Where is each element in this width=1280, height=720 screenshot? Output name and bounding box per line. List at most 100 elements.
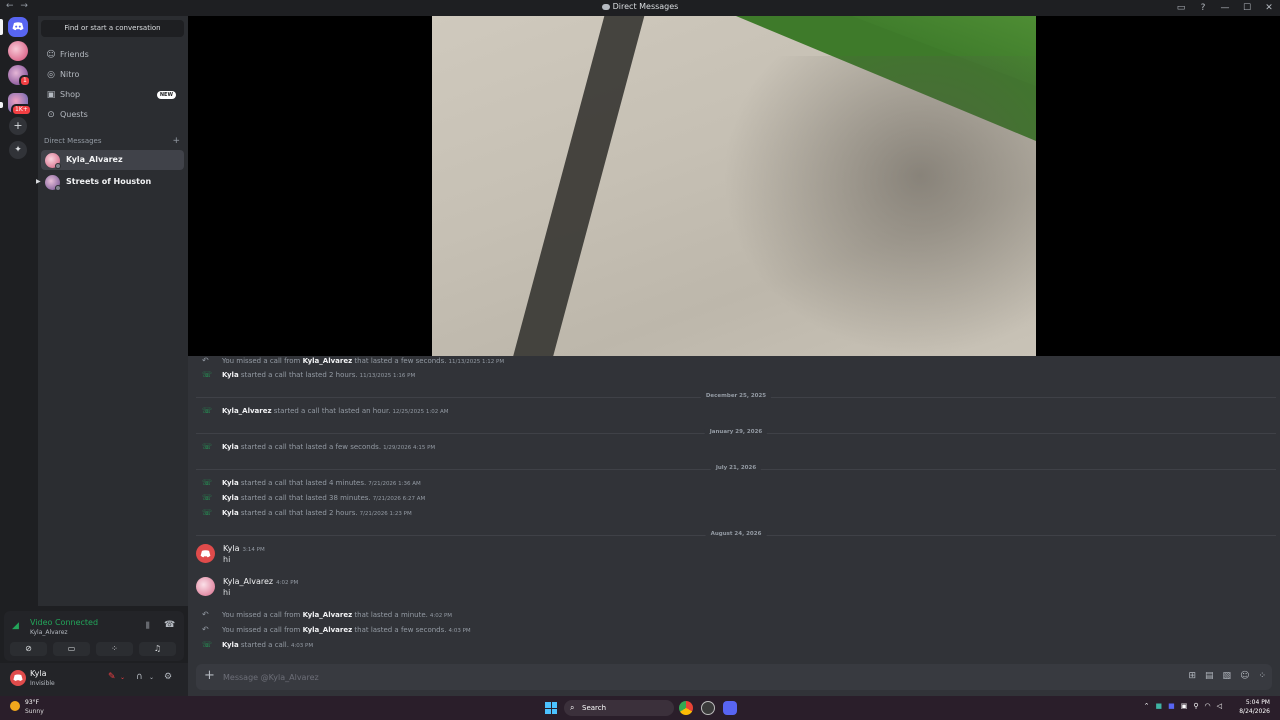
author-name[interactable]: Kyla_Alvarez: [223, 577, 273, 586]
noise-suppression-icon[interactable]: ⫼: [146, 621, 150, 631]
add-server-icon[interactable]: +: [9, 117, 27, 135]
help-icon[interactable]: ?: [1192, 0, 1214, 16]
timestamp: 12/25/2025 1:02 AM: [392, 409, 449, 415]
tray-app-icon[interactable]: ▣: [1181, 702, 1188, 710]
date-divider: August 24, 2026: [196, 531, 1276, 543]
gift-icon[interactable]: ⊞: [1188, 671, 1196, 681]
clock-date[interactable]: 8/24/2026: [1239, 708, 1270, 715]
msg-user[interactable]: Kyla_Alvarez: [303, 357, 353, 365]
msg-user[interactable]: Kyla: [222, 509, 239, 517]
msg-text: You missed a call from: [222, 611, 303, 619]
system-message: ↶ You missed a call from Kyla_Alvarez tha…: [202, 610, 452, 622]
sidebar-item-friends[interactable]: ☺ Friends: [41, 46, 184, 64]
message-header: Kyla 3:14 PM: [223, 544, 265, 553]
weather-temp[interactable]: 93°F: [25, 699, 39, 706]
start-button[interactable]: [545, 702, 557, 714]
microphone-icon[interactable]: ⚲: [1193, 702, 1198, 710]
nitro-icon: ◎: [47, 70, 55, 80]
sidebar-item-quests[interactable]: ⊙ Quests: [41, 106, 184, 124]
home-button[interactable]: [8, 17, 28, 37]
timestamp: 7/21/2026 1:36 AM: [368, 481, 421, 487]
friends-icon: ☺: [46, 50, 56, 60]
video-feed[interactable]: [432, 16, 1036, 356]
timestamp: 7/21/2026 6:27 AM: [372, 496, 426, 502]
selected-indicator: [0, 19, 3, 35]
sun-icon[interactable]: [10, 701, 20, 711]
mic-options-chevron-icon[interactable]: ⌄: [120, 674, 125, 681]
discord-taskbar-icon[interactable]: [723, 701, 737, 715]
sidebar-item-label: Shop: [60, 90, 81, 99]
title-bar: ← → Direct Messages ▭ ? — ☐ ✕: [0, 0, 1280, 16]
sidebar-item-label: Friends: [60, 50, 89, 59]
sidebar-item-nitro[interactable]: ◎ Nitro: [41, 66, 184, 84]
system-message: ↶ You missed a call from Kyla_Alvarez tha…: [202, 356, 504, 368]
dm-item-streets-of-houston[interactable]: ▶ Streets of Houston: [36, 172, 184, 192]
avatar[interactable]: [196, 577, 215, 596]
wifi-icon[interactable]: ◠: [1205, 702, 1211, 710]
sticker-icon[interactable]: ▧: [1223, 671, 1232, 681]
avatar[interactable]: [196, 544, 215, 563]
find-conversation-button[interactable]: Find or start a conversation: [41, 20, 184, 37]
system-message: ☏ Kyla started a call that lasted 2 hours…: [202, 508, 412, 520]
settings-gear-icon[interactable]: ⚙: [164, 672, 172, 682]
volume-icon[interactable]: ◁: [1217, 702, 1222, 710]
msg-user[interactable]: Kyla: [222, 371, 239, 379]
system-message: ☏ Kyla started a call that lasted a few s…: [202, 442, 435, 454]
missed-call-icon: ↶: [202, 610, 209, 619]
emoji-icon[interactable]: ☺: [1240, 671, 1249, 681]
msg-user[interactable]: Kyla: [222, 494, 239, 502]
message-list: ↶ You missed a call from Kyla_Alvarez tha…: [188, 356, 1280, 661]
dm-section-header: Direct Messages +: [44, 136, 180, 146]
timestamp: 1/29/2026 4:15 PM: [383, 445, 436, 451]
message-input[interactable]: Message @Kyla_Alvarez: [223, 673, 319, 682]
missed-call-icon: ↶: [202, 625, 209, 634]
close-button[interactable]: ✕: [1258, 0, 1280, 16]
msg-user[interactable]: Kyla_Alvarez: [303, 626, 353, 634]
msg-text: started a call that lasted an hour.: [271, 407, 391, 415]
apps-icon[interactable]: ⁘: [1258, 671, 1266, 681]
tray-app-icon[interactable]: ■: [1168, 702, 1175, 710]
gif-icon[interactable]: ▤: [1205, 671, 1214, 681]
msg-user[interactable]: Kyla_Alvarez: [303, 611, 353, 619]
taskbar-search[interactable]: ⌕ Search: [564, 700, 674, 716]
screen-share-button[interactable]: ▭: [53, 642, 90, 656]
activities-button[interactable]: ⁘: [96, 642, 133, 656]
signal-icon[interactable]: ◢: [12, 621, 19, 631]
tray-overflow-icon[interactable]: ⌃: [1144, 702, 1150, 710]
minimize-button[interactable]: —: [1214, 0, 1236, 16]
soundboard-button[interactable]: ♫: [139, 642, 176, 656]
voice-connection-panel: ◢ Video Connected Kyla_Alvarez ⫼ ☎ ⊘ ▭ ⁘…: [4, 611, 184, 661]
mic-muted-icon[interactable]: ✎: [108, 672, 116, 682]
msg-user[interactable]: Kyla: [222, 443, 239, 451]
msg-user[interactable]: Kyla_Alvarez: [222, 407, 272, 415]
video-call-area[interactable]: [188, 16, 1280, 356]
dm-sidebar: Find or start a conversation ☺ Friends ◎…: [36, 16, 188, 606]
camera-off-button[interactable]: ⊘: [10, 642, 47, 656]
new-badge: NEW: [156, 91, 176, 99]
sidebar-item-label: Quests: [60, 110, 88, 119]
msg-user[interactable]: Kyla: [222, 641, 239, 649]
disconnect-icon[interactable]: ☎: [164, 620, 175, 630]
timestamp: 4:02 PM: [429, 613, 453, 619]
maximize-button[interactable]: ☐: [1236, 0, 1258, 16]
attach-plus-icon[interactable]: +: [204, 669, 215, 683]
create-dm-icon[interactable]: +: [172, 136, 180, 146]
author-name[interactable]: Kyla: [223, 544, 240, 553]
voice-status[interactable]: Video Connected: [30, 618, 98, 627]
headphones-icon[interactable]: ∩: [136, 672, 143, 682]
clock-time[interactable]: 5:04 PM: [1246, 699, 1270, 706]
sidebar-item-shop[interactable]: ▣ Shop NEW: [41, 86, 184, 104]
avatar[interactable]: [10, 670, 26, 686]
user-name: Kyla: [30, 669, 47, 678]
dm-item-kyla-alvarez[interactable]: Kyla_Alvarez: [41, 150, 184, 170]
server-icon-1[interactable]: [8, 41, 28, 61]
weather-condition[interactable]: Sunny: [25, 708, 44, 715]
clock-app-icon[interactable]: [701, 701, 715, 715]
discover-icon[interactable]: ✦: [9, 141, 27, 159]
chrome-icon[interactable]: [679, 701, 693, 715]
msg-text: started a call that lasted 2 hours.: [238, 509, 358, 517]
msg-user[interactable]: Kyla: [222, 479, 239, 487]
tray-app-icon[interactable]: ■: [1155, 702, 1162, 710]
inbox-icon[interactable]: ▭: [1170, 0, 1192, 16]
audio-options-chevron-icon[interactable]: ⌄: [149, 674, 154, 681]
